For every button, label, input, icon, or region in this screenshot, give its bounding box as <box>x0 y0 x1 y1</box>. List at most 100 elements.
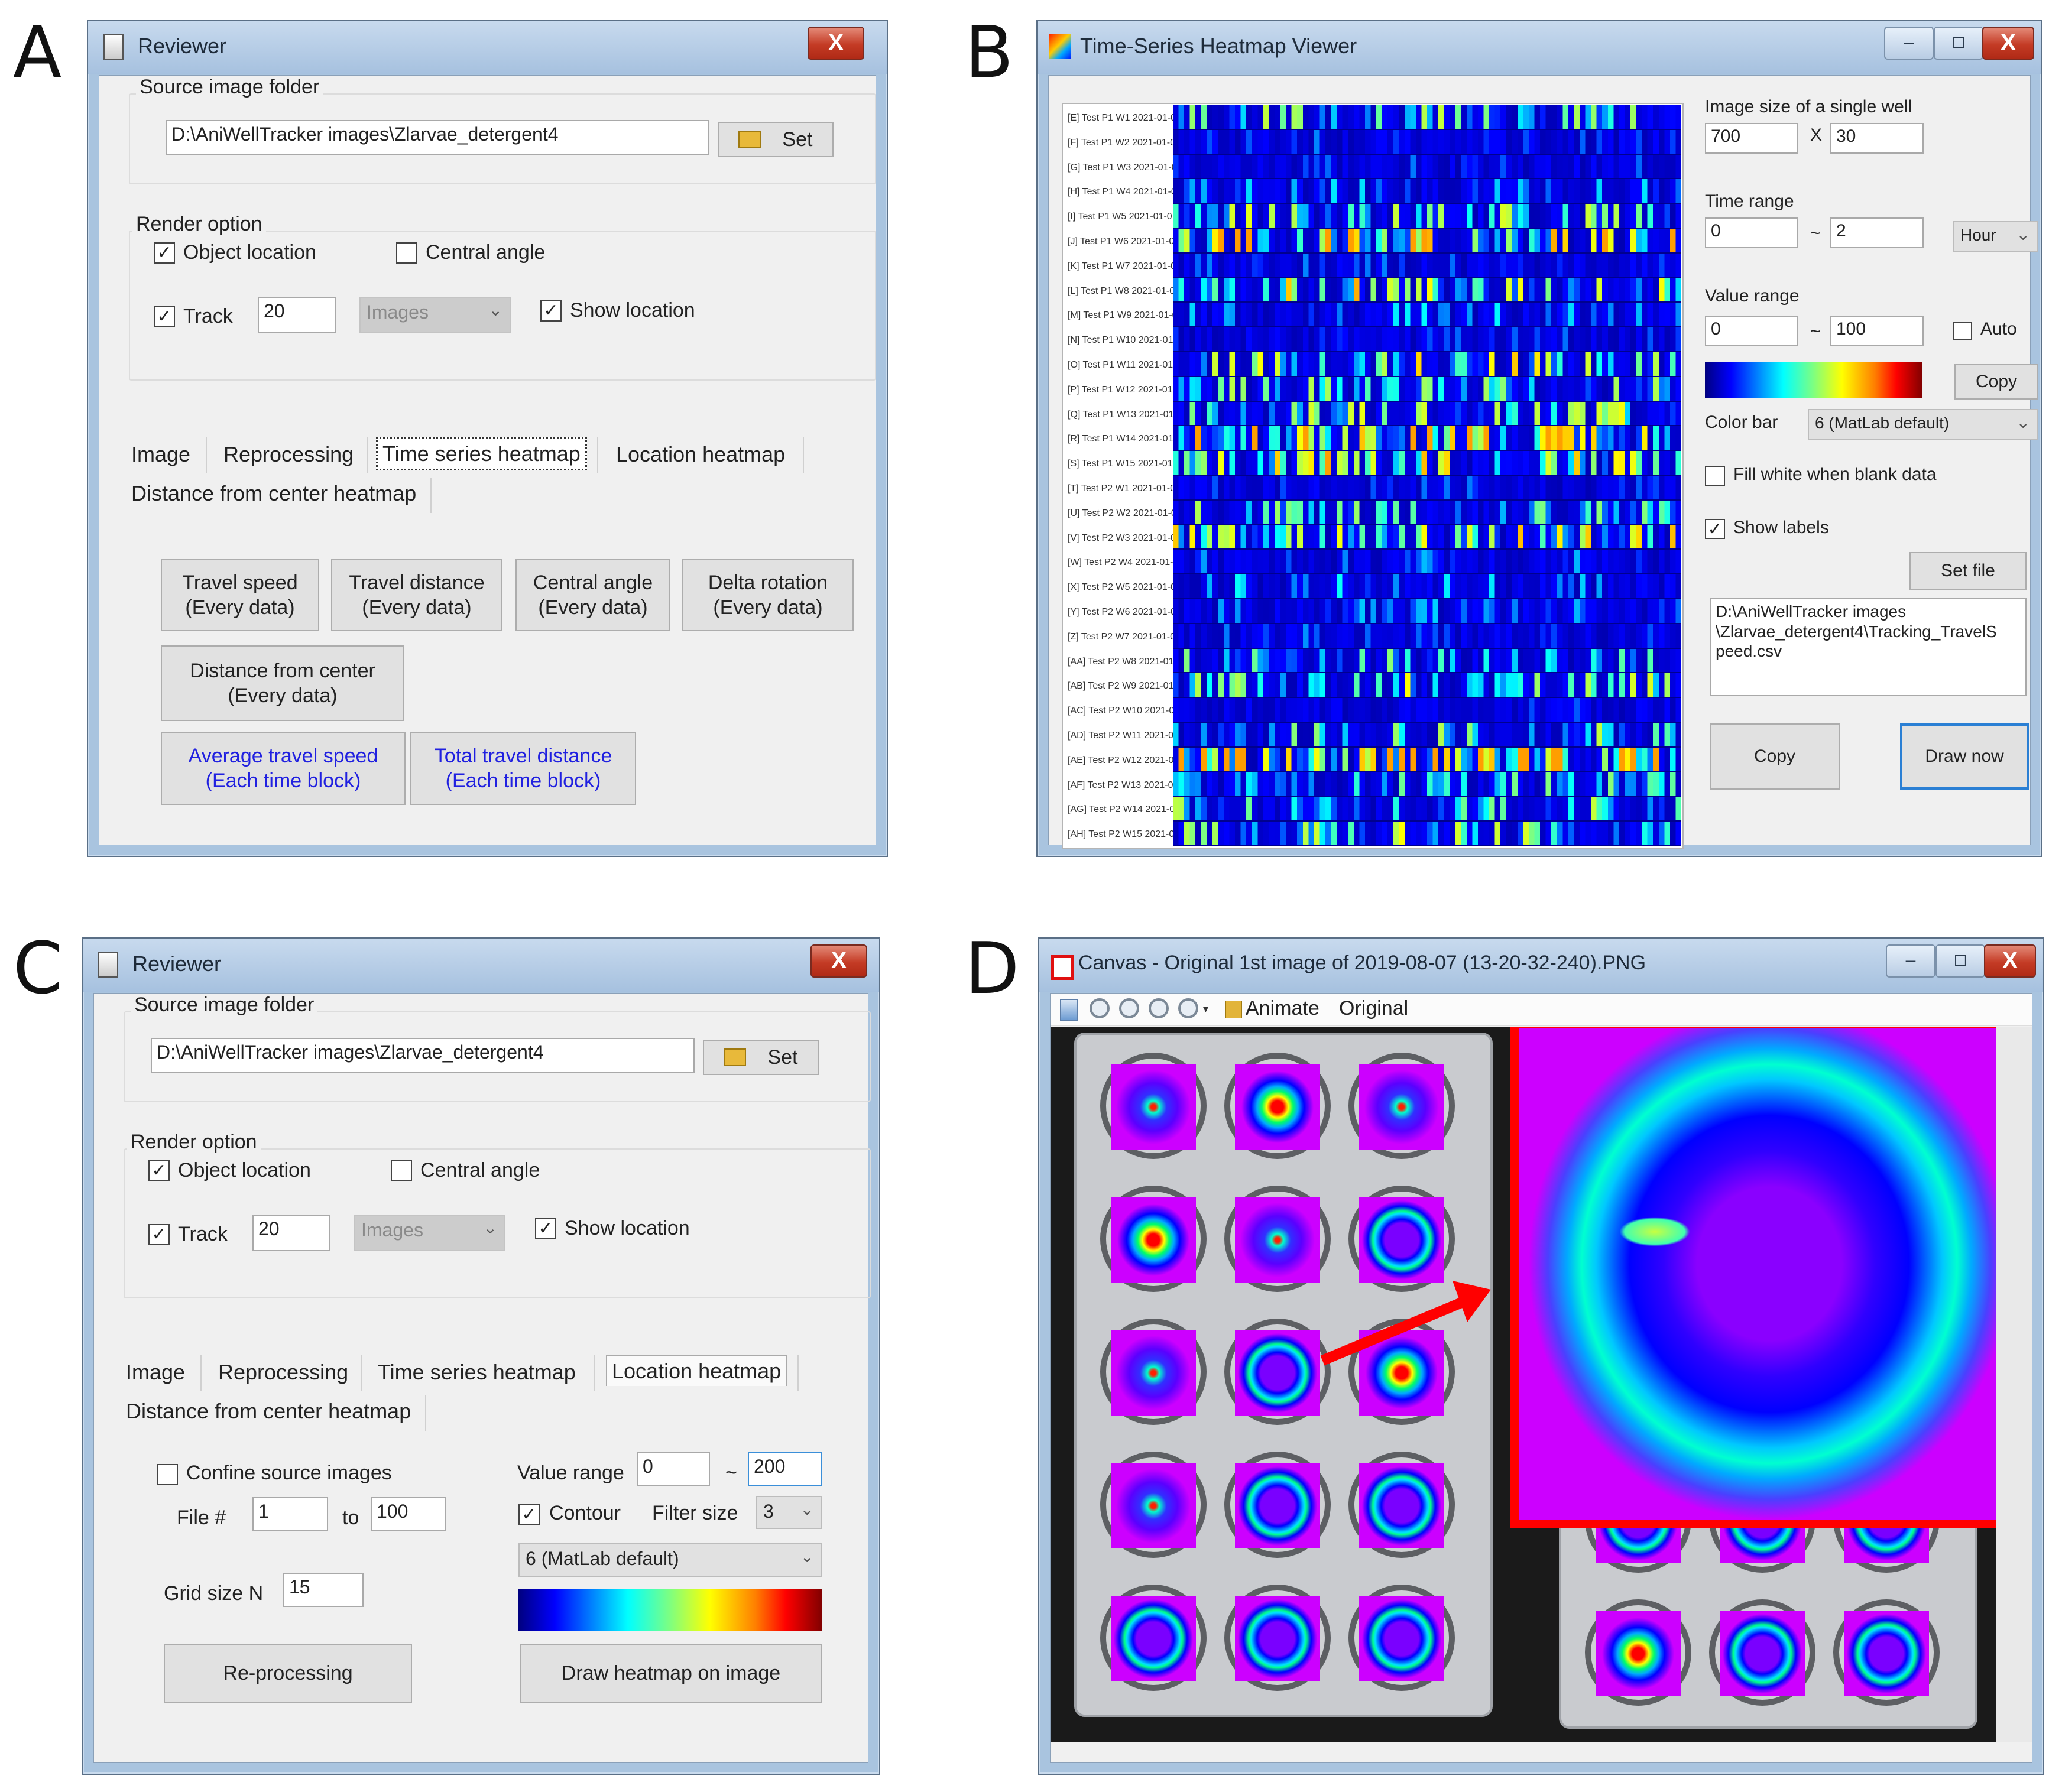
image-width-input[interactable]: 700 <box>1705 123 1798 154</box>
heatmap-row-label: [AB] Test P2 W9 2021-01-01 <box>1068 681 1188 692</box>
time-unit-select[interactable]: Hour ⌄ <box>1953 221 2038 252</box>
zoom-actual-icon[interactable] <box>1090 998 1110 1018</box>
animate-button[interactable]: Animate <box>1246 997 1319 1020</box>
image-canvas[interactable] <box>1051 1027 2009 1742</box>
image-height-input[interactable]: 30 <box>1830 123 1924 154</box>
tab-location-heatmap[interactable]: Location heatmap <box>606 1355 787 1386</box>
source-group-label: Source image folder <box>136 76 323 99</box>
track-checkbox[interactable]: ✓ <box>148 1224 170 1245</box>
draw-heatmap-on-image-button[interactable]: Draw heatmap on image <box>520 1644 822 1703</box>
copy-colorbar-button[interactable]: Copy <box>1954 364 2038 400</box>
central-angle-checkbox[interactable] <box>391 1160 412 1181</box>
minimize-button[interactable]: – <box>1884 27 1934 60</box>
grid-size-label: Grid size N <box>164 1582 264 1605</box>
heatmap-row <box>1173 648 1681 673</box>
time-to-input[interactable]: 2 <box>1830 217 1924 248</box>
heatmap-grid <box>1173 105 1681 846</box>
close-button[interactable]: X <box>1984 944 2036 978</box>
filter-size-select[interactable]: 3 ⌄ <box>756 1496 822 1529</box>
average-travel-speed-button[interactable]: Average travel speed (Each time block) <box>161 732 406 805</box>
zoom-in-icon[interactable] <box>1119 998 1139 1018</box>
track-unit-select[interactable]: Images ⌄ <box>354 1215 505 1251</box>
heatmap-row <box>1173 204 1681 228</box>
window-title: Reviewer <box>132 952 222 976</box>
confine-source-checkbox[interactable] <box>157 1464 178 1485</box>
vertical-scrollbar[interactable] <box>1996 1027 2032 1742</box>
central-angle-checkbox[interactable] <box>396 242 417 264</box>
source-path-input[interactable]: D:\AniWellTracker images\Zlarvae_deterge… <box>151 1038 695 1073</box>
close-button[interactable]: X <box>810 944 867 978</box>
heatmap-row <box>1173 673 1681 697</box>
chevron-down-icon: ⌄ <box>488 301 502 319</box>
tab-separator <box>206 437 207 473</box>
draw-now-button[interactable]: Draw now <box>1900 723 2029 790</box>
show-location-checkbox[interactable]: ✓ <box>535 1218 556 1239</box>
tab-distance-from-center-heatmap[interactable]: Distance from center heatmap <box>121 1397 416 1426</box>
tab-image[interactable]: Image <box>121 1358 190 1387</box>
chevron-down-icon: ⌄ <box>800 1500 814 1518</box>
tilde: ~ <box>1810 223 1821 243</box>
central-angle-label: Central angle <box>426 241 546 264</box>
colorbar-preview <box>518 1589 822 1631</box>
file-path-textbox[interactable]: D:\AniWellTracker images \Zlarvae_deterg… <box>1710 598 2027 696</box>
contour-checkbox[interactable]: ✓ <box>518 1504 540 1525</box>
colorbar-select[interactable]: 6 (MatLab default) ⌄ <box>1808 409 2038 440</box>
copy-button[interactable]: Copy <box>1710 723 1840 790</box>
minimize-button[interactable]: – <box>1886 944 1935 978</box>
track-unit-select[interactable]: Images ⌄ <box>359 297 511 333</box>
track-unit-value: Images <box>367 301 429 323</box>
value-from-input[interactable]: 0 <box>1705 316 1798 346</box>
heatmap-row <box>1173 525 1681 549</box>
file-to-input[interactable]: 100 <box>371 1497 446 1531</box>
colorbar-select-value: 6 (MatLab default) <box>1815 414 1950 432</box>
maximize-button[interactable]: □ <box>1934 27 1983 60</box>
show-location-checkbox[interactable]: ✓ <box>540 300 562 322</box>
show-labels-checkbox[interactable]: ✓ <box>1705 519 1725 539</box>
file-from-input[interactable]: 1 <box>252 1497 328 1531</box>
time-from-input[interactable]: 0 <box>1705 217 1798 248</box>
grid-size-input[interactable]: 15 <box>283 1573 364 1607</box>
source-path-input[interactable]: D:\AniWellTracker images\Zlarvae_deterge… <box>166 120 709 155</box>
travel-distance-button[interactable]: Travel distance (Every data) <box>331 559 502 631</box>
distance-from-center-button[interactable]: Distance from center (Every data) <box>161 645 404 721</box>
fill-white-checkbox[interactable] <box>1705 466 1725 486</box>
copy-icon[interactable] <box>1060 999 1078 1021</box>
tab-location-heatmap[interactable]: Location heatmap <box>611 440 790 469</box>
central-angle-button[interactable]: Central angle (Every data) <box>516 559 670 631</box>
tab-image[interactable]: Image <box>127 440 195 469</box>
auto-checkbox[interactable] <box>1953 322 1972 340</box>
set-folder-button[interactable]: Set <box>718 122 834 157</box>
object-location-checkbox[interactable]: ✓ <box>148 1160 170 1181</box>
tab-time-series-heatmap[interactable]: Time series heatmap <box>373 1358 581 1387</box>
travel-speed-button[interactable]: Travel speed (Every data) <box>161 559 319 631</box>
tab-time-series-heatmap[interactable]: Time series heatmap <box>376 437 587 470</box>
original-button[interactable]: Original <box>1339 997 1408 1020</box>
total-travel-distance-button[interactable]: Total travel distance (Each time block) <box>410 732 636 805</box>
tab-reprocessing[interactable]: Reprocessing <box>219 440 358 469</box>
close-button[interactable]: X <box>1982 27 2034 60</box>
track-checkbox[interactable]: ✓ <box>154 306 175 327</box>
heatmap-row-label: [H] Test P1 W4 2021-01-01 <box>1068 187 1182 197</box>
object-location-checkbox[interactable]: ✓ <box>154 242 175 264</box>
panel-label-a: A <box>13 12 62 94</box>
colorbar-select[interactable]: 6 (MatLab default) ⌄ <box>518 1543 822 1577</box>
image-size-label: Image size of a single well <box>1705 97 1912 116</box>
track-count-input[interactable]: 20 <box>252 1215 330 1251</box>
tab-reprocessing[interactable]: Reprocessing <box>213 1358 353 1387</box>
value-to-input[interactable]: 100 <box>1830 316 1924 346</box>
set-file-button[interactable]: Set file <box>1909 552 2027 590</box>
delta-rotation-button[interactable]: Delta rotation (Every data) <box>682 559 854 631</box>
file-to-label: to <box>342 1507 359 1529</box>
maximize-button[interactable]: □ <box>1935 944 1985 978</box>
set-folder-button[interactable]: Set <box>703 1040 819 1075</box>
tab-distance-from-center-heatmap[interactable]: Distance from center heatmap <box>127 479 421 508</box>
track-count-input[interactable]: 20 <box>258 297 336 333</box>
value-from-input[interactable]: 0 <box>637 1452 710 1486</box>
close-button[interactable]: X <box>808 27 864 60</box>
value-to-input[interactable]: 200 <box>748 1452 822 1486</box>
re-processing-button[interactable]: Re-processing <box>164 1644 412 1703</box>
zoom-fit-icon[interactable] <box>1178 998 1198 1018</box>
zoom-out-icon[interactable] <box>1149 998 1169 1018</box>
dropdown-arrow-icon[interactable]: ▾ <box>1203 1003 1208 1015</box>
zoomed-well-inset <box>1510 1027 2009 1528</box>
